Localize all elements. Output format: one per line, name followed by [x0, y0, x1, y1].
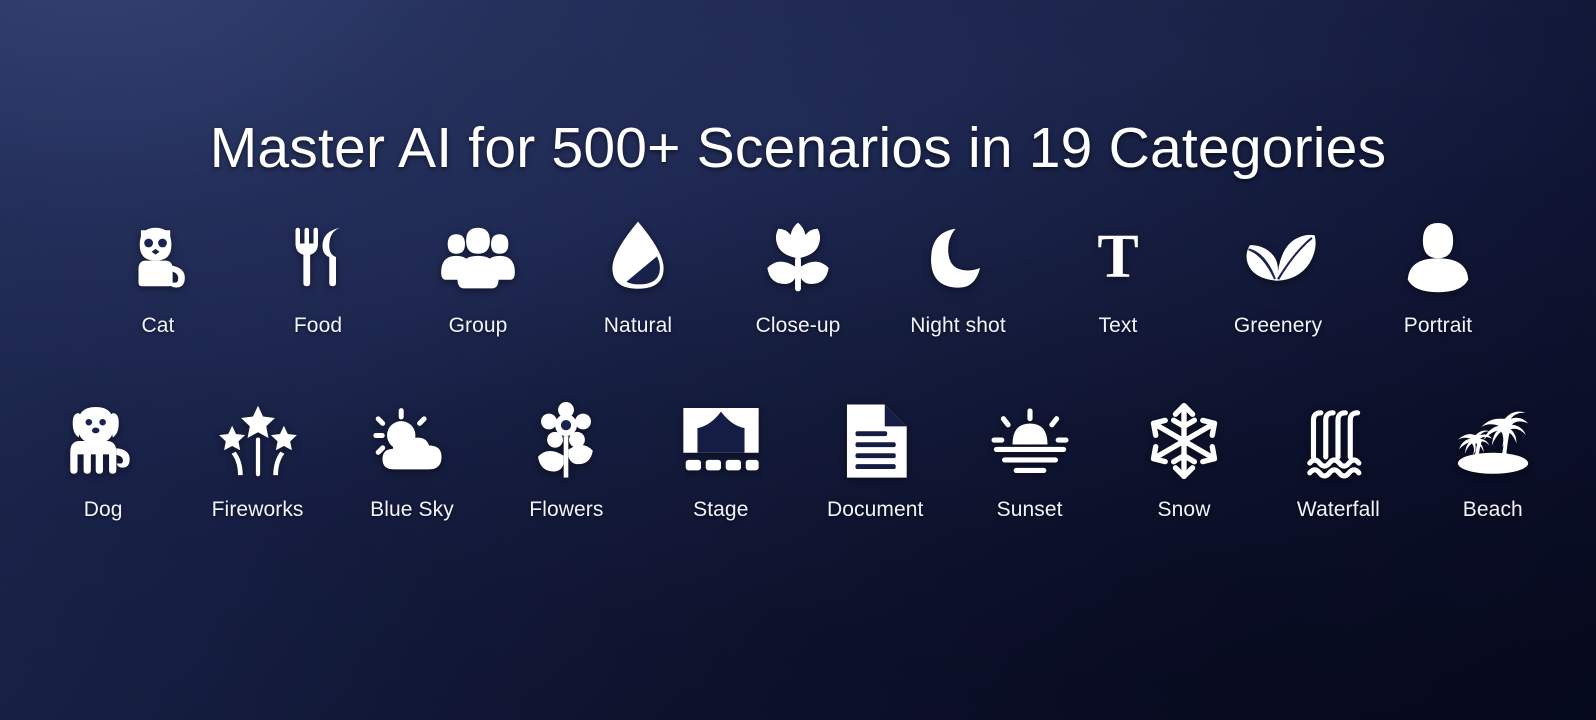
category-label: Snow [1157, 498, 1211, 521]
category-label: Document [826, 498, 924, 521]
category-label: Cat [141, 314, 175, 337]
category-label: Group [448, 314, 508, 337]
palm-island-icon [1451, 398, 1535, 484]
fireworks-stars-icon [216, 398, 300, 484]
water-droplet-icon [596, 214, 680, 300]
category-item-blue-sky[interactable]: Blue Sky [335, 398, 489, 522]
tulip-icon [756, 214, 840, 300]
category-label: Night shot [910, 314, 1006, 337]
category-item-natural[interactable]: Natural [558, 214, 718, 338]
dog-icon [61, 398, 145, 484]
stage-curtain-icon [679, 398, 763, 484]
category-item-food[interactable]: Food [238, 214, 398, 338]
category-item-waterfall[interactable]: Waterfall [1261, 398, 1415, 522]
category-label: Stage [693, 498, 749, 521]
category-label: Natural [603, 314, 673, 337]
waterfall-icon [1296, 398, 1380, 484]
fork-knife-icon [276, 214, 360, 300]
category-label: Waterfall [1296, 498, 1380, 521]
category-label: Greenery [1233, 314, 1323, 337]
crescent-moon-icon [916, 214, 1000, 300]
page-title: Master AI for 500+ Scenarios in 19 Categ… [209, 116, 1387, 181]
category-label: Fireworks [211, 498, 304, 521]
document-page-icon [833, 398, 917, 484]
scenario-showcase-banner: Master AI for 500+ Scenarios in 19 Categ… [0, 0, 1596, 720]
category-label: Close-up [755, 314, 841, 337]
sun-cloud-icon [370, 398, 454, 484]
category-label: Dog [83, 498, 123, 521]
category-label: Flowers [529, 498, 604, 521]
category-item-document[interactable]: Document [798, 398, 952, 522]
cat-icon [116, 214, 200, 300]
category-item-dog[interactable]: Dog [26, 398, 180, 522]
category-label: Blue Sky [370, 498, 454, 521]
category-label: Text [1098, 314, 1138, 337]
leaves-icon [1236, 214, 1320, 300]
category-item-night-shot[interactable]: Night shot [878, 214, 1038, 338]
letter-t-icon: T [1097, 223, 1139, 291]
category-row-1: Cat Food Group Natural Close-up Night sh… [0, 214, 1596, 338]
daisy-flower-icon [524, 398, 608, 484]
snowflake-icon [1142, 398, 1226, 484]
background-vignette [0, 0, 1596, 720]
category-item-flowers[interactable]: Flowers [489, 398, 643, 522]
category-item-cat[interactable]: Cat [78, 214, 238, 338]
category-item-stage[interactable]: Stage [644, 398, 798, 522]
category-item-group[interactable]: Group [398, 214, 558, 338]
category-label: Beach [1462, 498, 1523, 521]
category-item-text[interactable]: T Text [1038, 214, 1198, 338]
person-bust-icon [1396, 214, 1480, 300]
category-item-portrait[interactable]: Portrait [1358, 214, 1518, 338]
category-item-greenery[interactable]: Greenery [1198, 214, 1358, 338]
category-label: Food [293, 314, 343, 337]
category-item-close-up[interactable]: Close-up [718, 214, 878, 338]
category-item-snow[interactable]: Snow [1107, 398, 1261, 522]
category-item-fireworks[interactable]: Fireworks [180, 398, 334, 522]
category-item-sunset[interactable]: Sunset [952, 398, 1106, 522]
category-row-2: Dog Fireworks Blue Sky Flowers Stage Doc… [0, 398, 1596, 522]
category-label: Portrait [1403, 314, 1473, 337]
sunset-horizon-icon [988, 398, 1072, 484]
group-people-icon [436, 214, 520, 300]
category-label: Sunset [996, 498, 1063, 521]
category-item-beach[interactable]: Beach [1416, 398, 1570, 522]
